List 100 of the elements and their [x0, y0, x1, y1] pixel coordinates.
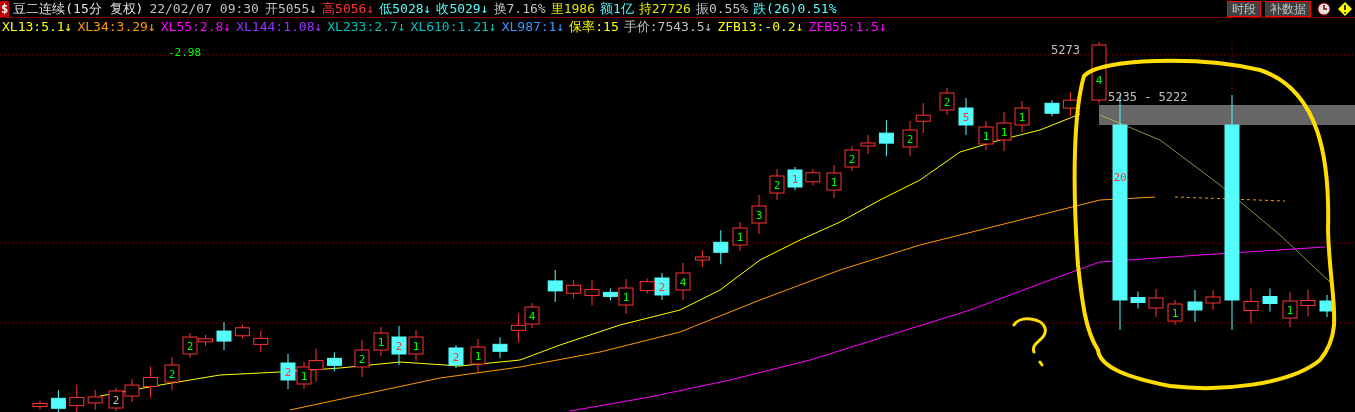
indicator-value: 保率:15: [569, 19, 619, 35]
quote-value: 持27726: [638, 0, 691, 17]
candlestick: [1091, 41, 1107, 104]
diamond-alert-icon[interactable]: [1337, 0, 1353, 17]
candlestick: [1167, 299, 1183, 326]
candlestick: [860, 134, 876, 155]
quote-value: 开5055↓: [264, 0, 318, 17]
quote-value: 跌(26)0.51%: [753, 0, 837, 17]
candlestick: [732, 221, 748, 252]
candlestick: [1282, 291, 1298, 328]
candle-label: 1: [1018, 111, 1026, 124]
indicator-value: XL987:1↓: [501, 19, 565, 35]
candle-label: 2: [186, 340, 194, 353]
symbol-badge: $: [0, 0, 10, 17]
candlestick: [751, 194, 767, 235]
candle-label: 2: [906, 133, 914, 146]
candlestick: [87, 389, 103, 411]
candlestick: [675, 262, 691, 301]
candlestick: [408, 329, 424, 362]
candlestick: [1187, 289, 1203, 323]
candle-label: 1: [830, 176, 838, 189]
toolbar-button[interactable]: 时段: [1227, 0, 1261, 17]
indicator-value: XL55:2.8↓: [160, 19, 232, 35]
candlestick: [234, 324, 250, 340]
indicator-value: XL610:1.21↓: [410, 19, 497, 35]
candlestick: [713, 229, 729, 265]
candlestick: [510, 312, 526, 343]
candlestick: [50, 389, 66, 412]
candlestick: [1262, 288, 1278, 312]
candle-label: 4: [679, 276, 687, 289]
candlestick: [878, 119, 894, 157]
candlestick: [124, 378, 140, 403]
indicator-value: ZFB55:1.5↓: [808, 19, 887, 35]
candle-label: 4: [1095, 74, 1103, 87]
candlestick: [1205, 289, 1221, 311]
high-price-label: 5273: [1051, 43, 1080, 57]
candlestick: [448, 344, 464, 369]
candlestick: [805, 168, 821, 187]
candle-label: 2: [452, 351, 460, 364]
candlestick: [1014, 100, 1030, 133]
candle-label: 1: [791, 173, 799, 186]
candle-label: 1: [1171, 307, 1179, 320]
candlestick: [826, 164, 842, 199]
candlestick: [69, 384, 85, 412]
quote-value: 高5056↓: [322, 0, 375, 17]
candle-label: 1: [736, 231, 744, 244]
quote-value: 收5029↓: [436, 0, 489, 17]
candlestick: [958, 97, 974, 136]
candlestick: [280, 353, 296, 390]
indicator-value: 手价:7543.5↓: [623, 19, 713, 35]
candle-label: 20: [1113, 171, 1127, 184]
candlestick: [978, 120, 994, 151]
candlestick: [253, 329, 269, 353]
candlestick: [1148, 288, 1164, 318]
candle-label: 1: [622, 291, 630, 304]
candlestick: [694, 249, 710, 268]
candlestick: [915, 102, 931, 134]
candlestick: [216, 321, 232, 351]
candlestick: [902, 120, 918, 157]
candle-label: 2: [112, 394, 120, 407]
date-time: 22/02/07 09:30: [149, 0, 259, 17]
quote-value: 里1986: [550, 0, 595, 17]
indicator-value: XL13:5.1↓: [2, 19, 73, 35]
candle-label: 2: [943, 96, 951, 109]
candlestick: [769, 168, 785, 201]
candle-label: 2: [773, 179, 781, 192]
candlestick: [1044, 99, 1060, 117]
candlestick: [142, 366, 158, 399]
candle-label: 1: [377, 336, 385, 349]
candlestick: [296, 361, 312, 390]
candlestick: [308, 348, 324, 383]
change-value: -2.98: [168, 46, 202, 59]
candlestick: [524, 302, 540, 329]
candlestick: [373, 326, 389, 357]
candlestick: [470, 338, 486, 373]
candle-label: 2: [168, 368, 176, 381]
candle-label: 1: [1000, 126, 1008, 139]
candlestick: [108, 387, 124, 412]
candlestick: [32, 400, 48, 410]
candle-label: 5: [962, 111, 970, 124]
candlestick: [584, 279, 600, 307]
candle-label: 1: [300, 370, 308, 383]
candlestick: [939, 87, 955, 116]
indicator-value: XL233:2.7↓: [327, 19, 406, 35]
candlestick: [844, 145, 860, 172]
candlestick: [391, 325, 407, 366]
candlestick: [326, 351, 342, 372]
candlestick: [1319, 294, 1335, 318]
candle-label: 1: [412, 340, 420, 353]
candlestick: [547, 269, 563, 303]
toolbar-button[interactable]: 补数据: [1265, 0, 1311, 17]
quote-value: 换7.16%: [493, 0, 546, 17]
indicator-value: XL34:3.29↓: [77, 19, 156, 35]
indicator-value: ZFB13:-0.2↓: [717, 19, 804, 35]
question-mark-drawing: [1012, 317, 1047, 367]
candlestick: [354, 339, 370, 378]
candle-label: 2: [358, 353, 366, 366]
candle-label: 2: [658, 281, 666, 294]
clock-icon[interactable]: [1317, 1, 1331, 16]
candle-label: 1: [982, 130, 990, 143]
